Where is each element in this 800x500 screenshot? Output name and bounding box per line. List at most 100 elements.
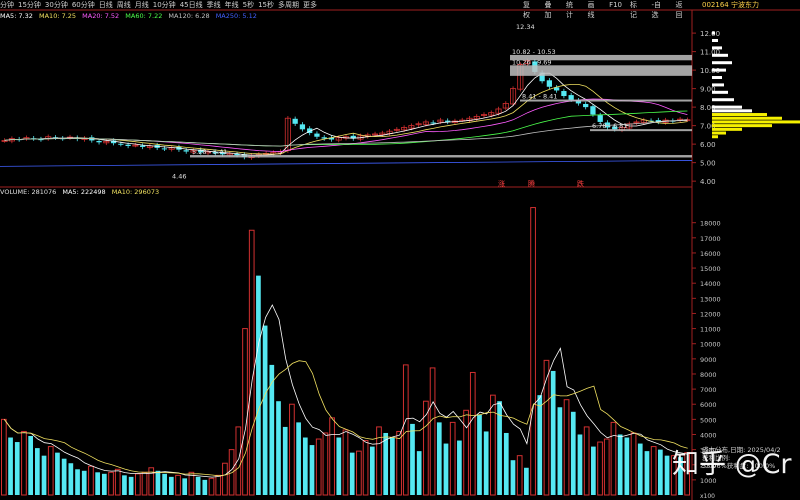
volume-bar: [81, 470, 87, 495]
chip-bar: [712, 131, 726, 135]
volume-bar: [122, 475, 127, 495]
volume-bar: [315, 438, 322, 496]
volume-unit-label: x100: [700, 493, 715, 500]
volume-bar: [302, 437, 308, 495]
volume-bar: [630, 432, 637, 496]
volume-bar: [256, 275, 261, 495]
volume-bar: [88, 465, 94, 496]
volume-ma10-line: [3, 360, 688, 477]
volume-bar: [41, 455, 47, 495]
chip-bar: [712, 68, 726, 72]
candle-body: [597, 115, 603, 122]
candle-body: [430, 122, 436, 124]
candle-body: [140, 145, 146, 147]
volume-tick-label: 17000: [700, 235, 721, 243]
volume-bar: [68, 463, 74, 495]
volume-bar: [55, 452, 60, 495]
volume-bar: [329, 417, 335, 496]
volume-bar: [155, 470, 161, 495]
volume-bar: [215, 474, 222, 496]
volume-bar: [490, 394, 496, 496]
price-tick-label: 12.00: [700, 30, 720, 38]
chip-bar: [712, 124, 772, 128]
event-marker: 跌: [577, 179, 584, 188]
stock-chart[interactable]: 4.005.006.007.008.009.0010.0011.0012.001…: [0, 0, 800, 500]
chip-bar: [712, 109, 752, 113]
ma60-line: [4, 110, 688, 147]
chip-bar: [712, 113, 767, 117]
chip-bar: [712, 39, 718, 43]
volume-bar: [276, 401, 281, 495]
volume-bar: [617, 434, 623, 495]
volume-bar: [436, 422, 442, 495]
chip-bar: [712, 98, 734, 102]
volume-bar: [195, 476, 201, 495]
volume-bar: [650, 446, 657, 496]
volume-bar: [510, 460, 516, 495]
chip-bar: [712, 76, 722, 80]
volume-bar: [664, 455, 670, 495]
volume-bar: [101, 473, 107, 495]
candle-body: [568, 95, 574, 100]
chip-bar: [712, 61, 732, 65]
volume-bar: [134, 473, 141, 496]
volume-bar: [463, 409, 469, 496]
volume-bar: [162, 473, 167, 495]
candle-body: [183, 150, 189, 152]
volume-bar: [577, 434, 583, 495]
volume-bar: [248, 229, 255, 496]
volume-bar: [289, 403, 295, 496]
candle-body: [314, 133, 320, 137]
volume-bar: [182, 478, 188, 495]
volume-bar: [543, 359, 550, 496]
volume-bar: [644, 451, 650, 495]
candle-body: [590, 106, 596, 115]
volume-tick-label: 8000: [700, 371, 717, 379]
volume-bar: [443, 443, 449, 495]
volume-tick-label: 6000: [700, 401, 717, 409]
low-annotation: 4.46: [172, 173, 186, 181]
volume-bar: [14, 442, 20, 495]
chip-bar: [712, 31, 715, 35]
chip-bar: [712, 116, 782, 120]
volume-bar: [483, 431, 489, 495]
price-tick-label: 4.00: [700, 178, 716, 186]
volume-bar: [449, 421, 456, 496]
volume-bar: [28, 436, 33, 495]
chip-bar: [712, 105, 742, 109]
volume-bar: [550, 370, 556, 495]
volume-tick-label: 13000: [700, 295, 721, 303]
volume-bar: [537, 395, 543, 495]
volume-bar: [637, 443, 643, 495]
volume-bar: [141, 471, 148, 496]
price-range-label: 8.41 - 8.41: [522, 93, 557, 101]
volume-bar: [242, 328, 248, 496]
volume-bar: [516, 455, 523, 496]
volume-tick-label: 7000: [700, 386, 717, 394]
volume-bar: [356, 450, 362, 496]
volume-bar: [8, 437, 13, 495]
volume-bar: [296, 422, 301, 495]
volume-bar: [114, 468, 121, 496]
volume-bar: [61, 458, 67, 495]
volume-tick-label: 16000: [700, 250, 721, 258]
volume-bar: [362, 440, 369, 496]
volume-tick-label: 18000: [700, 220, 721, 228]
volume-tick-label: 12000: [700, 310, 721, 318]
volume-tick-label: 15000: [700, 265, 721, 273]
volume-bar: [530, 207, 536, 496]
volume-bar: [47, 446, 54, 496]
volume-bar: [369, 446, 375, 495]
high-annotation: 12.34: [516, 23, 535, 31]
volume-bar: [202, 479, 208, 495]
chip-bar: [712, 135, 718, 139]
volume-bar: [108, 471, 114, 496]
zhihu-watermark: 知乎 @Cr: [672, 449, 792, 480]
volume-bar: [269, 364, 275, 495]
volume-bar: [228, 449, 235, 496]
volume-bar: [75, 469, 80, 495]
volume-bar: [1, 418, 7, 496]
ma120-line: [4, 119, 688, 147]
volume-bar: [34, 448, 40, 495]
ma250-line: [0, 160, 693, 167]
